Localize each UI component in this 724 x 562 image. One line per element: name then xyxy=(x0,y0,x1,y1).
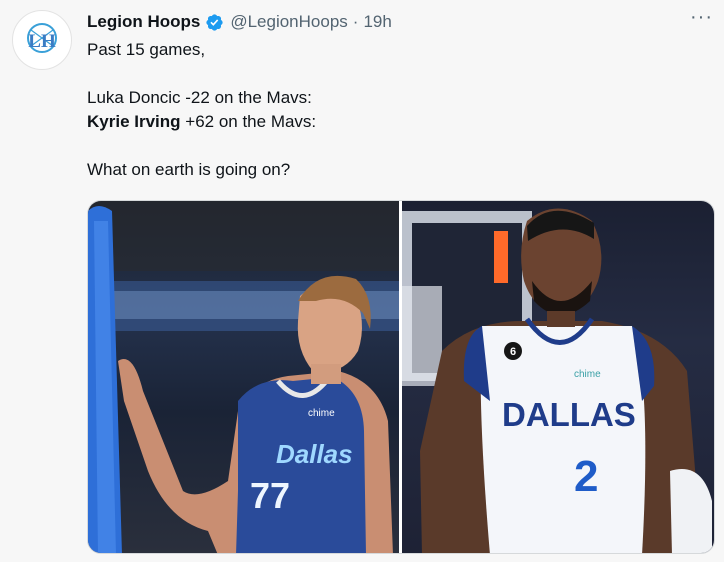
separator-dot: · xyxy=(352,12,359,31)
kyrie-irving-photo[interactable]: 6 chime DALLAS 2 xyxy=(402,201,714,553)
author-handle[interactable]: @LegionHoops xyxy=(230,12,347,32)
luka-illustration: Dallas 77 chime xyxy=(88,201,399,553)
tweet-media[interactable]: Dallas 77 chime 6 chime DALLAS 2 xyxy=(87,200,715,554)
kyrie-jersey-team: DALLAS xyxy=(502,396,636,433)
author-name[interactable]: Legion Hoops xyxy=(87,12,200,32)
more-options-icon[interactable]: ··· xyxy=(690,6,713,29)
luka-jersey-team: Dallas xyxy=(276,439,353,469)
kyrie-jersey-number: 2 xyxy=(574,452,598,501)
luka-sponsor: chime xyxy=(308,408,335,419)
legion-hoops-logo: LH xyxy=(27,23,57,53)
tweet-line-intro: Past 15 games, xyxy=(87,40,206,59)
verified-badge-icon xyxy=(206,13,223,31)
kyrie-name-bold: Kyrie Irving xyxy=(87,112,181,131)
tweet-line-luka: Luka Doncic -22 on the Mavs: xyxy=(87,88,312,107)
tweet-line-question: What on earth is going on? xyxy=(87,160,291,179)
kyrie-stat: +62 on the Mavs: xyxy=(180,112,317,131)
kyrie-sponsor: chime xyxy=(574,369,601,380)
avatar-monogram: LH xyxy=(28,31,56,52)
tweet-header: Legion Hoops @LegionHoops · 19h xyxy=(87,11,392,33)
author-avatar[interactable]: LH xyxy=(12,10,72,70)
tweet-timestamp[interactable]: 19h xyxy=(363,12,391,32)
luka-doncic-photo[interactable]: Dallas 77 chime xyxy=(88,201,399,553)
luka-jersey-number: 77 xyxy=(250,475,290,516)
tweet-line-kyrie: Kyrie Irving +62 on the Mavs: xyxy=(87,110,687,134)
kyrie-patch-number: 6 xyxy=(510,346,516,358)
kyrie-illustration: 6 chime DALLAS 2 xyxy=(402,208,712,553)
tweet-text: Past 15 games, Luka Doncic -22 on the Ma… xyxy=(87,38,687,182)
